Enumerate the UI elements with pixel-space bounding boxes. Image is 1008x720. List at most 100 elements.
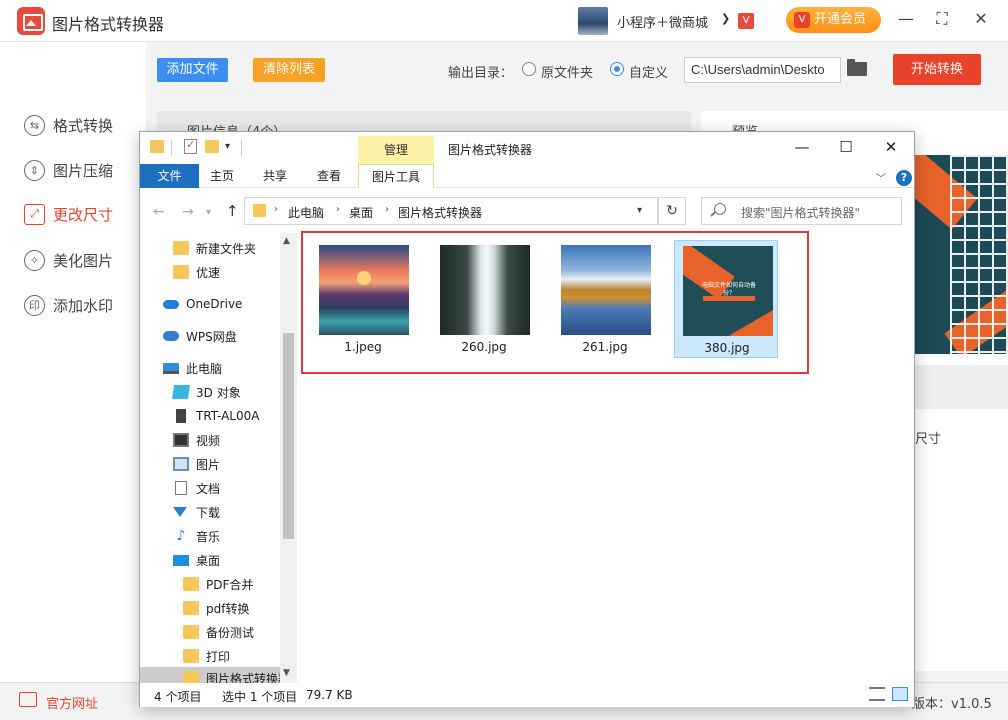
folder-icon	[183, 671, 199, 683]
tab-picture-tools[interactable]: 图片工具	[358, 164, 434, 188]
radio-custom-label[interactable]: 自定义	[629, 62, 668, 81]
close-icon[interactable]: ✕	[879, 138, 903, 156]
nav-item-pdf-convert[interactable]: pdf转换	[183, 597, 249, 619]
sidebar-item-beautify[interactable]: ✧ 美化图片	[24, 248, 113, 272]
nav-item-downloads[interactable]: 下载	[173, 501, 220, 523]
radio-custom-folder[interactable]	[610, 62, 624, 76]
radio-original-folder[interactable]	[522, 62, 536, 76]
up-arrow-icon[interactable]: ↑	[226, 202, 239, 220]
official-site-link[interactable]: 官方网址	[46, 693, 98, 712]
breadcrumb-desktop[interactable]: 桌面	[349, 204, 373, 221]
status-selected-size: 79.7 KB	[306, 688, 353, 702]
file-item-380-jpg[interactable]: 电脑文件如何自动备份？ 380.jpg	[674, 240, 778, 358]
app-logo-icon	[17, 7, 45, 35]
promo-thumbnail[interactable]	[578, 7, 608, 35]
sidebar-item-watermark[interactable]: 印 添加水印	[24, 293, 113, 317]
nav-item-pdf-merge[interactable]: PDF合并	[183, 573, 253, 595]
folder-icon[interactable]	[150, 140, 164, 153]
chevron-right-icon[interactable]: ›	[385, 204, 389, 215]
chevron-right-icon[interactable]: ›	[274, 204, 278, 215]
nav-item-print[interactable]: 打印	[183, 645, 230, 667]
close-icon[interactable]: ✕	[971, 9, 991, 28]
radio-original-label[interactable]: 原文件夹	[541, 62, 593, 81]
vip-badge-icon: V	[738, 13, 754, 29]
nav-item-this-pc[interactable]: 此电脑	[163, 357, 222, 379]
output-path-input[interactable]: C:\Users\admin\Deskto	[684, 57, 841, 83]
scroll-up-icon[interactable]: ▲	[283, 236, 290, 246]
sidebar-item-resize[interactable]: ⤢ 更改尺寸	[24, 202, 113, 226]
thumbnail-banner	[703, 296, 755, 301]
tab-home[interactable]: 主页	[199, 164, 245, 188]
nav-scroll-thumb[interactable]	[283, 333, 294, 539]
sidebar-item-label: 更改尺寸	[53, 205, 114, 224]
refresh-icon[interactable]: ↻	[658, 197, 686, 225]
tab-view[interactable]: 查看	[306, 164, 352, 188]
desktop-icon	[173, 554, 189, 566]
app-title: 图片格式转换器	[52, 15, 165, 34]
website-icon[interactable]	[19, 692, 37, 707]
browse-folder-icon[interactable]	[847, 59, 867, 76]
scroll-down-icon[interactable]: ▼	[283, 668, 290, 678]
recent-chevron-icon[interactable]: ▾	[206, 207, 211, 218]
breadcrumb-current-folder[interactable]: 图片格式转换器	[398, 204, 482, 221]
manage-context-tab[interactable]: 管理	[358, 136, 434, 164]
ribbon-tabs: 文件 主页 共享 查看 图片工具	[140, 164, 914, 188]
nav-item-wps[interactable]: WPS网盘	[163, 325, 237, 347]
file-item-260-jpg[interactable]: 260.jpg	[432, 240, 536, 358]
clear-list-button[interactable]: 清除列表	[253, 58, 325, 82]
ribbon-expand-icon[interactable]: ﹀	[876, 170, 886, 185]
sidebar-item-format-convert[interactable]: ⇆ 格式转换	[24, 113, 113, 137]
nav-item-3d-objects[interactable]: 3D 对象	[172, 381, 241, 403]
file-name: 261.jpg	[582, 340, 628, 354]
minimize-icon[interactable]: —	[896, 9, 916, 28]
nav-item-pictures[interactable]: 图片	[173, 453, 220, 475]
forward-arrow-icon[interactable]: →	[182, 204, 194, 220]
nav-item-label: 此电脑	[186, 361, 223, 376]
video-icon	[173, 433, 189, 447]
nav-item-videos[interactable]: 视频	[173, 429, 220, 451]
nav-item-label: 新建文件夹	[196, 241, 257, 256]
start-convert-button[interactable]: 开始转换	[893, 54, 981, 85]
file-item-1-jpeg[interactable]: 1.jpeg	[311, 240, 415, 358]
output-dir-label: 输出目录：	[448, 66, 514, 81]
breadcrumb-this-pc[interactable]: 此电脑	[288, 204, 324, 221]
address-dropdown-icon[interactable]: ▾	[637, 205, 642, 216]
folder-icon	[253, 204, 266, 217]
sidebar-item-label: 美化图片	[53, 251, 114, 270]
new-folder-icon[interactable]	[205, 140, 219, 153]
nav-item-documents[interactable]: 文档	[173, 477, 220, 499]
chevron-right-icon[interactable]: ›	[336, 204, 340, 215]
help-icon[interactable]: ?	[896, 170, 912, 186]
nav-item-backup-test[interactable]: 备份测试	[183, 621, 254, 643]
nav-item-onedrive[interactable]: OneDrive	[163, 293, 242, 315]
member-button-label: 开通会员	[814, 12, 867, 27]
member-button[interactable]: V 开通会员	[786, 7, 881, 33]
nav-item-label: OneDrive	[186, 297, 243, 311]
thumbnail-sunset-lake	[319, 245, 409, 335]
nav-item-label: 优速	[196, 265, 221, 280]
nav-item-yousu[interactable]: 优速	[173, 261, 220, 283]
chevron-right-icon[interactable]: ❯	[721, 12, 730, 25]
promo-link[interactable]: 小程序＋微商城	[617, 12, 708, 31]
nav-item-new-folder[interactable]: 新建文件夹	[173, 237, 256, 259]
maximize-icon[interactable]: ⛶	[932, 9, 952, 29]
large-icons-view-icon[interactable]	[892, 687, 908, 701]
sidebar-item-compress[interactable]: ⇕ 图片压缩	[24, 158, 113, 182]
minimize-icon[interactable]: —	[790, 138, 814, 156]
details-view-icon[interactable]	[869, 687, 885, 701]
nav-item-label: TRT-AL00A	[196, 409, 260, 423]
chevron-down-icon[interactable]: ▾	[225, 141, 230, 152]
properties-icon[interactable]	[184, 138, 197, 154]
nav-item-image-converter[interactable]: 图片格式转换器	[140, 667, 290, 683]
cloud-icon	[163, 299, 179, 309]
nav-item-phone[interactable]: TRT-AL00A	[173, 405, 259, 427]
back-arrow-icon[interactable]: ←	[153, 204, 165, 220]
sidebar-item-label: 添加水印	[53, 296, 114, 315]
maximize-icon[interactable]: ☐	[834, 138, 858, 156]
nav-item-desktop[interactable]: 桌面	[173, 549, 220, 571]
tab-file[interactable]: 文件	[140, 164, 199, 188]
add-file-button[interactable]: 添加文件	[157, 58, 228, 82]
tab-share[interactable]: 共享	[252, 164, 298, 188]
nav-item-music[interactable]: ♪ 音乐	[173, 525, 220, 547]
file-item-261-jpg[interactable]: 261.jpg	[553, 240, 657, 358]
